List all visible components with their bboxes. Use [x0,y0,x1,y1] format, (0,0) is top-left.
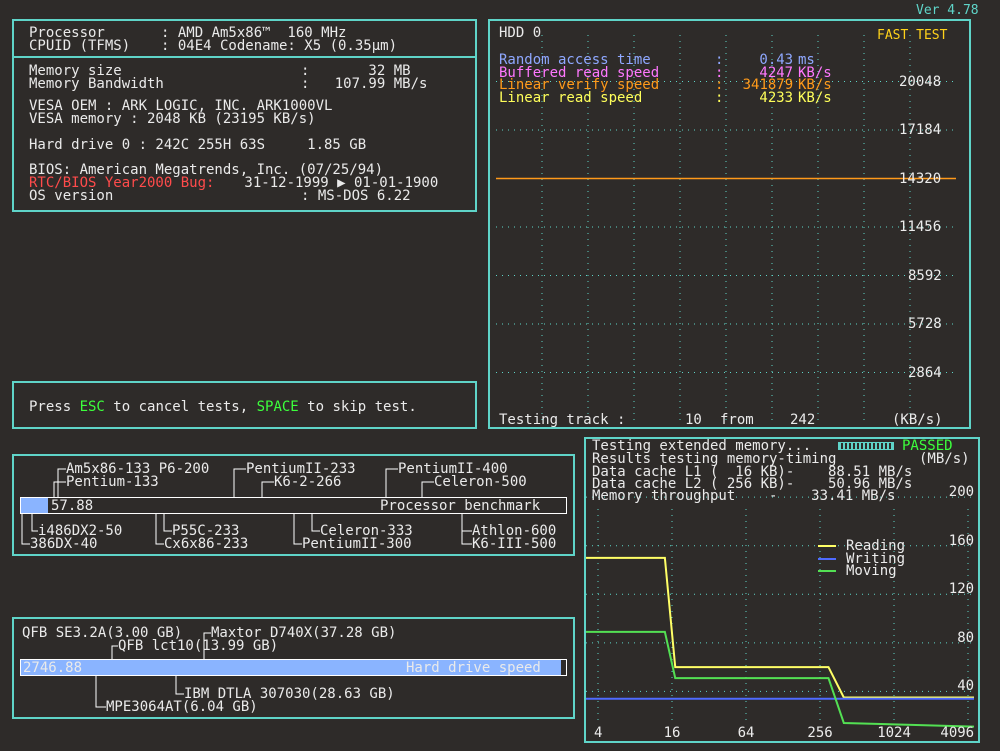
os-label: OS version [29,188,114,204]
mem-series-moving [586,630,975,728]
cpu-ref-cx6x86-233: Cx6x86-233 [164,536,249,552]
hdd-bar: 2746.88 Hard drive speed [20,659,567,676]
cpu-connector-pentiumii400 [385,468,398,498]
hdd-y-tick: 5728 [908,316,942,332]
cpu-bar: 57.88 Processor benchmark [20,497,567,514]
fast-test-label: FAST TEST [877,28,948,43]
mem-x-tick: 16 [663,725,681,741]
hard-drive-info: Hard drive 0 : 242C 255H 63S 1.85 GB [29,137,367,153]
cpu-benchmark-label: Processor benchmark [380,498,541,514]
mem-unit: (MB/s) [919,451,970,467]
hdd-metric-colon: : [715,89,724,106]
hdd-ref-qfb-lct10: QFB lct10(13.99 GB) [118,638,279,654]
cpu-bar-fill [21,498,49,513]
cpu-connector-386 [21,514,30,545]
track-from: from [720,412,754,428]
hint-panel: Press ESC to cancel tests, SPACE to skip… [12,381,477,429]
cpu-connector-pentium133 [53,481,66,498]
mem-x-tick: 4096 [940,725,975,741]
mem-x-tick: 4 [594,725,603,741]
hdd-connector-ibm [175,676,184,695]
cpu-benchmark-panel: 57.88 Processor benchmark Am5x86-133 P6-… [12,454,575,556]
mem-legend-label: Moving [846,563,897,579]
track-current: 10 [685,412,702,428]
mem-x-tick: 1024 [877,725,911,741]
hdd-y-tick: 2864 [908,364,942,381]
hdd-benchmark-label: Hard drive speed [406,660,541,676]
mem-legend-swatch [818,557,836,560]
hdd-metric-label: Linear read speed [499,89,643,106]
cpu-connector-k62266 [261,481,274,498]
version-label: Ver 4.78 [916,3,979,18]
cpu-connector-celeron500 [421,481,434,498]
hint-pre: Press [29,399,80,415]
hdd-y-tick: 14320 [899,170,942,187]
mem-legend-swatch [818,570,836,572]
cpu-connector-pentiumii300 [293,514,302,545]
mem-throughput: Memory throughput - 33.41 MB/s [592,488,896,504]
cpu-connector-celeron333 [311,514,320,532]
cpuid-value: : 04E4 Codename: X5 (0.35µm) [161,38,398,54]
mem-y-tick: 80 [957,629,975,646]
cpu-ref-celeron-500: Celeron-500 [434,474,527,490]
cpu-connector-cx6x86 [155,514,164,545]
hdd-connector-mpe [95,676,106,708]
os-value: : MS-DOS 6.22 [301,188,411,204]
cpu-benchmark-value: 57.88 [51,498,94,514]
hdd-y-tick: 8592 [908,267,942,284]
mem-y-tick: 160 [948,532,975,549]
memory-test-panel: Testing extended memory... PASSED Result… [584,437,980,743]
mem-y-tick: 120 [948,581,975,598]
mem-progress-bar [838,442,894,450]
hdd-benchmark-value: 2746.88 [23,660,83,676]
hdd-metric-unit: KB/s [798,89,832,106]
hdd-unit: (KB/s) [892,412,943,428]
hdd-ref-mpe3064at: MPE3064AT(6.04 GB) [106,699,258,715]
testing-track-label: Testing track : [499,412,626,428]
cpuid-label: CPUID (TFMS) [29,38,131,54]
memory-bandwidth-label: Memory Bandwidth [29,76,164,92]
system-info-panel: Processor : AMD Am5x86™ 160 MHz CPUID (T… [12,19,477,212]
space-key-label: SPACE [256,399,299,415]
sysinfo-divider [14,56,475,58]
hdd-y-tick: 20048 [899,73,942,90]
mem-y-tick: 200 [948,484,975,501]
mem-x-tick: 64 [737,725,755,741]
cpu-ref-k6-iii-500: K6-III-500 [472,536,557,552]
hdd-metric-value: 4233 [759,89,794,106]
hdd-benchmark-panel: 2746.88 Hard drive speed QFB SE3.2A(3.00… [12,617,575,719]
hdd-title: HDD 0 [499,25,542,41]
hint-mid: to cancel tests, [104,399,257,415]
cpu-ref-386dx-40: 386DX-40 [30,536,98,552]
cpu-connector-p55c [163,514,172,532]
hint-text: Press ESC to cancel tests, SPACE to skip… [29,400,417,414]
cpu-ref-k6-2-266: K6-2-266 [274,474,342,490]
memory-bandwidth-value: : 107.99 MB/s [301,76,428,92]
esc-key-label: ESC [79,399,105,415]
track-total: 242 [790,412,816,428]
mem-legend-swatch [818,545,836,547]
cpu-ref-pentium-133: Pentium-133 [66,474,159,490]
hdd-test-panel: HDD 0 FAST TEST Random access time:0.43 m… [488,19,971,429]
cpu-connector-athlon600 [461,514,472,532]
cpu-connector-pentiumii233 [233,468,246,498]
hint-post: to skip test. [298,399,417,415]
hdd-y-tick: 17184 [899,122,942,138]
mem-series-reading [586,556,974,699]
hdd-y-tick: 11456 [899,219,942,235]
cpu-connector-am5x86 [57,468,66,498]
mem-y-tick: 40 [957,678,975,695]
mem-x-tick: 256 [807,725,833,741]
cpu-ref-pentiumii-300: PentiumII-300 [302,536,412,552]
cpu-connector-k6iii500 [461,514,472,545]
vesa-memory: VESA memory : 2048 KB (23195 KB/s) [29,111,316,127]
